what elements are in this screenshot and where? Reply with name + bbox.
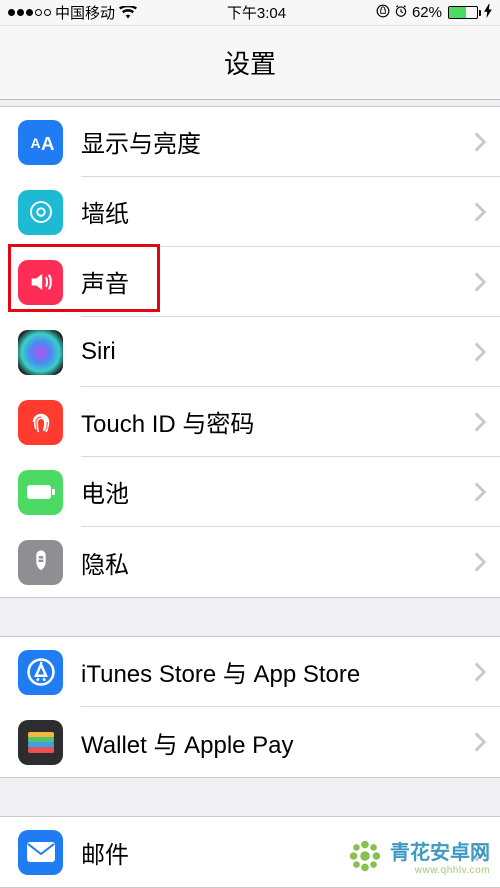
chevron-right-icon xyxy=(474,482,486,502)
chevron-right-icon xyxy=(474,342,486,362)
row-touchid-passcode[interactable]: Touch ID 与密码 xyxy=(0,387,500,457)
appstore-icon xyxy=(18,650,63,695)
settings-group-store: iTunes Store 与 App Store Wallet 与 Apple … xyxy=(0,636,500,778)
row-siri[interactable]: Siri xyxy=(0,317,500,387)
watermark-brand: 青花安卓网 xyxy=(390,842,490,864)
battery-pct: 62% xyxy=(412,4,442,21)
nav-bar: 设置 xyxy=(0,26,500,100)
chevron-right-icon xyxy=(474,732,486,752)
row-sounds[interactable]: 声音 xyxy=(0,247,500,317)
row-label: Siri xyxy=(81,338,474,366)
privacy-icon xyxy=(18,540,63,585)
row-label: 隐私 xyxy=(81,545,474,580)
watermark: 青花安卓网 www.qhhlv.com xyxy=(346,836,490,876)
chevron-right-icon xyxy=(474,662,486,682)
row-label: iTunes Store 与 App Store xyxy=(81,654,474,689)
battery-icon xyxy=(448,6,478,19)
row-label: 电池 xyxy=(81,474,474,509)
chevron-right-icon xyxy=(474,552,486,572)
status-right: 62% xyxy=(376,4,492,22)
chevron-right-icon xyxy=(474,202,486,222)
battery-icon xyxy=(18,470,63,515)
watermark-logo-icon xyxy=(346,837,384,875)
signal-icon xyxy=(8,9,51,16)
row-label: 声音 xyxy=(81,264,474,299)
carrier-label: 中国移动 xyxy=(55,2,115,23)
status-time: 下午3:04 xyxy=(227,2,286,23)
row-privacy[interactable]: 隐私 xyxy=(0,527,500,597)
row-label: 墙纸 xyxy=(81,194,474,229)
wallpaper-icon xyxy=(18,190,63,235)
charging-icon xyxy=(484,4,492,21)
sound-icon xyxy=(18,260,63,305)
touchid-icon xyxy=(18,400,63,445)
mail-icon xyxy=(18,830,63,875)
row-label: Wallet 与 Apple Pay xyxy=(81,725,474,760)
siri-icon xyxy=(18,330,63,375)
alarm-icon xyxy=(394,4,408,22)
chevron-right-icon xyxy=(474,132,486,152)
row-wallpaper[interactable]: 墙纸 xyxy=(0,177,500,247)
settings-group-general: AA 显示与亮度 墙纸 声音 Siri xyxy=(0,106,500,598)
chevron-right-icon xyxy=(474,272,486,292)
status-bar: 中国移动 下午3:04 62% xyxy=(0,0,500,26)
display-icon: AA xyxy=(18,120,63,165)
svg-text:A: A xyxy=(30,135,40,151)
page-title: 设置 xyxy=(224,44,276,81)
watermark-url: www.qhhlv.com xyxy=(390,865,490,876)
row-battery[interactable]: 电池 xyxy=(0,457,500,527)
chevron-right-icon xyxy=(474,412,486,432)
svg-text:A: A xyxy=(41,133,54,154)
wifi-icon xyxy=(119,6,137,19)
row-label: Touch ID 与密码 xyxy=(81,404,474,439)
row-label: 显示与亮度 xyxy=(81,124,474,159)
row-display-brightness[interactable]: AA 显示与亮度 xyxy=(0,107,500,177)
status-left: 中国移动 xyxy=(8,2,137,23)
wallet-icon xyxy=(18,720,63,765)
orientation-lock-icon xyxy=(376,4,390,22)
row-itunes-appstore[interactable]: iTunes Store 与 App Store xyxy=(0,637,500,707)
row-wallet-applepay[interactable]: Wallet 与 Apple Pay xyxy=(0,707,500,777)
